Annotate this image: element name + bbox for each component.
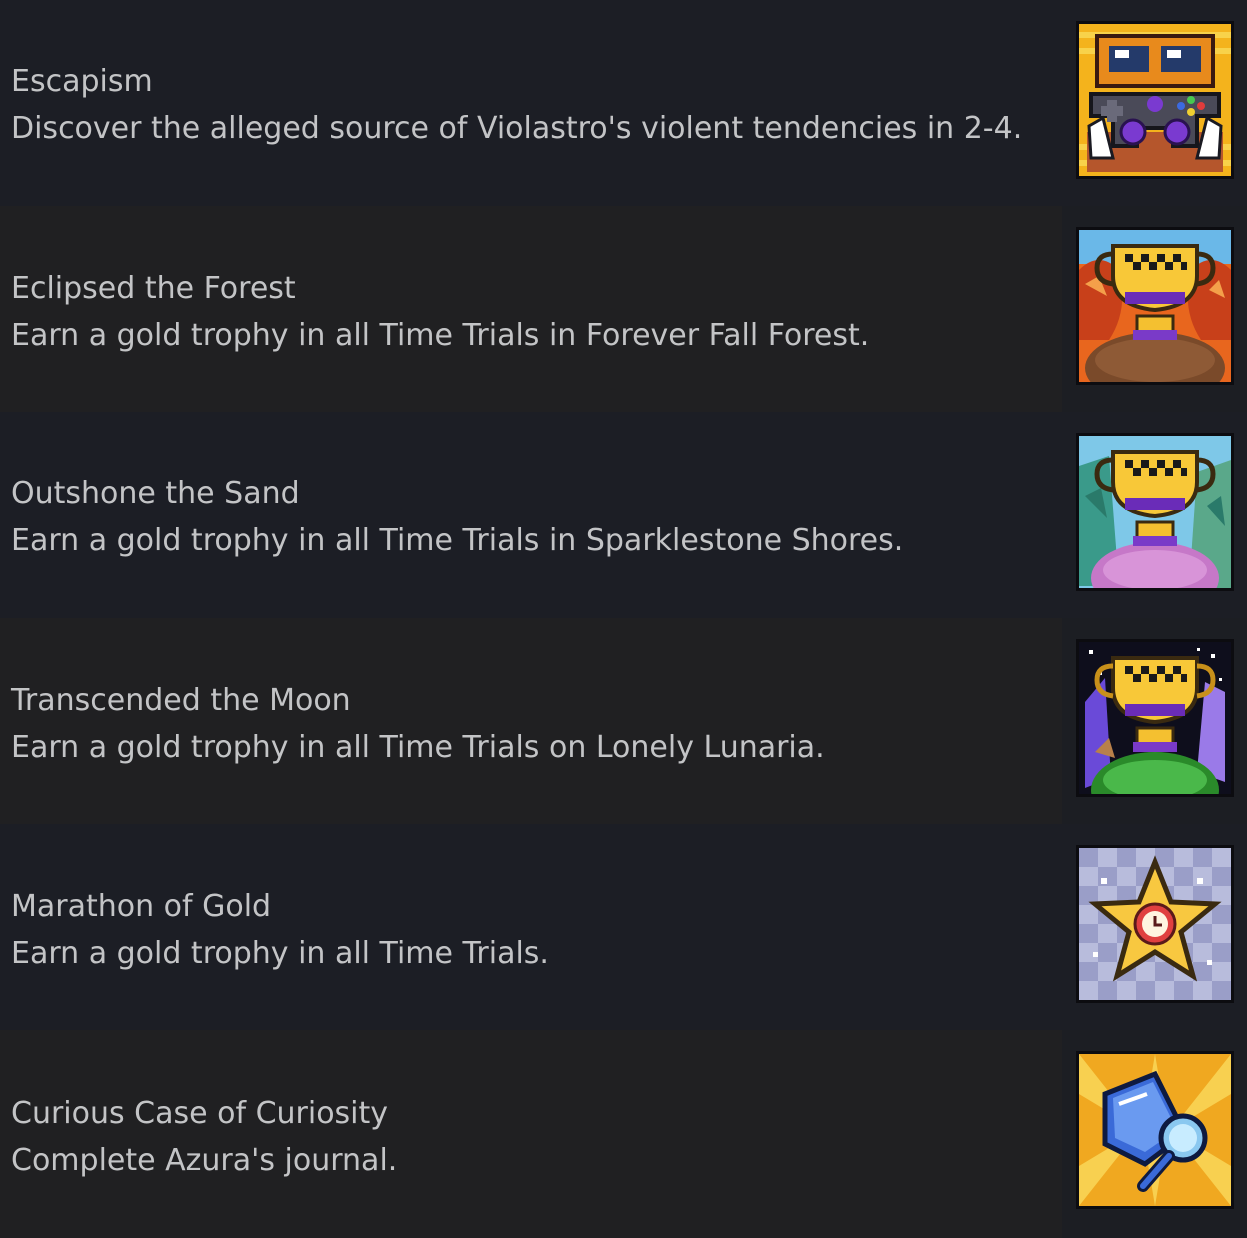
- forest-trophy-icon: [1076, 227, 1234, 385]
- achievement-title: Outshone the Sand: [11, 476, 300, 511]
- achievement-text: Outshone the Sand Earn a gold trophy in …: [0, 412, 1062, 618]
- achievement-title: Eclipsed the Forest: [11, 271, 296, 306]
- journal-magnifier-icon: [1076, 1051, 1234, 1209]
- achievement-description: Earn a gold trophy in all Time Trials on…: [11, 730, 825, 765]
- achievement-row: Outshone the Sand Earn a gold trophy in …: [0, 412, 1247, 618]
- achievement-icon-cell: [1062, 1030, 1247, 1238]
- achievement-text: Transcended the Moon Earn a gold trophy …: [0, 618, 1062, 824]
- gold-star-clock-icon: [1076, 845, 1234, 1003]
- achievement-icon-cell: [1062, 824, 1247, 1030]
- achievement-text: Escapism Discover the alleged source of …: [0, 0, 1062, 206]
- achievement-row: Curious Case of Curiosity Complete Azura…: [0, 1030, 1247, 1238]
- achievement-text: Marathon of Gold Earn a gold trophy in a…: [0, 824, 1062, 1030]
- achievement-description: Earn a gold trophy in all Time Trials in…: [11, 318, 870, 353]
- achievement-description: Earn a gold trophy in all Time Trials in…: [11, 523, 904, 558]
- achievement-icon-cell: [1062, 206, 1247, 412]
- achievement-title: Marathon of Gold: [11, 889, 272, 924]
- achievement-text: Curious Case of Curiosity Complete Azura…: [0, 1030, 1062, 1238]
- achievement-row: Eclipsed the Forest Earn a gold trophy i…: [0, 206, 1247, 412]
- achievement-icon-cell: [1062, 0, 1247, 206]
- achievement-icon-cell: [1062, 412, 1247, 618]
- achievement-title: Curious Case of Curiosity: [11, 1096, 389, 1131]
- achievement-row: Marathon of Gold Earn a gold trophy in a…: [0, 824, 1247, 1030]
- moon-trophy-icon: [1076, 639, 1234, 797]
- gamepad-icon: [1076, 21, 1234, 179]
- achievement-description: Complete Azura's journal.: [11, 1143, 398, 1178]
- sand-trophy-icon: [1076, 433, 1234, 591]
- achievement-description: Discover the alleged source of Violastro…: [11, 111, 1023, 146]
- achievement-list: Escapism Discover the alleged source of …: [0, 0, 1247, 1238]
- achievement-title: Escapism: [11, 64, 153, 99]
- achievement-title: Transcended the Moon: [11, 683, 351, 718]
- achievement-text: Eclipsed the Forest Earn a gold trophy i…: [0, 206, 1062, 412]
- achievement-icon-cell: [1062, 618, 1247, 824]
- achievement-row: Escapism Discover the alleged source of …: [0, 0, 1247, 206]
- achievement-description: Earn a gold trophy in all Time Trials.: [11, 936, 549, 971]
- achievement-row: Transcended the Moon Earn a gold trophy …: [0, 618, 1247, 824]
